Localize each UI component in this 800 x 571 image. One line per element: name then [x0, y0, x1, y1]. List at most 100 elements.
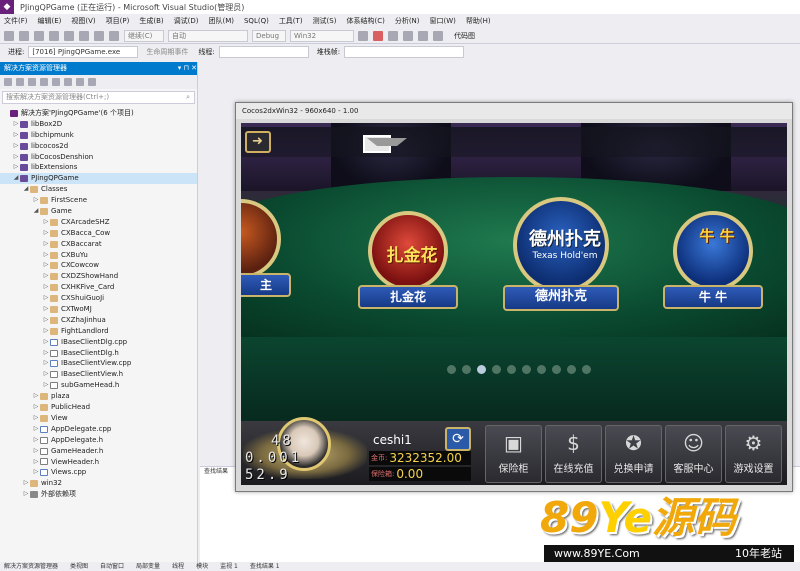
tree-item[interactable]: ▷ CXBacca_Cow	[0, 228, 197, 239]
game-tile-texas-holdem[interactable]: 德州扑克 Texas Hold'em 德州扑克	[503, 197, 619, 323]
tree-item[interactable]: ▷ CXZhaJinhua	[0, 315, 197, 326]
game-tile-partial[interactable]: 主	[241, 199, 291, 319]
game-tile-niuniu[interactable]: 牛 牛 牛 牛	[663, 211, 763, 331]
pin-icon[interactable]: ▾ ⊓ ✕	[178, 62, 197, 75]
expand-arrow-icon[interactable]: ◢	[12, 173, 20, 184]
undo-icon[interactable]	[94, 30, 104, 41]
tree-item[interactable]: ▷ CXCowcow	[0, 260, 197, 271]
game-tile-zhajinhua[interactable]: 扎金花 扎金花	[358, 211, 458, 331]
expand-arrow-icon[interactable]: ▷	[22, 478, 30, 489]
menu-item[interactable]: 文件(F)	[4, 16, 28, 26]
menu-item[interactable]: 测试(S)	[313, 16, 337, 26]
tree-item[interactable]: ◢ PJingQPGame	[0, 173, 197, 185]
back-icon[interactable]	[4, 30, 14, 41]
expand-arrow-icon[interactable]: ▷	[42, 380, 50, 391]
menu-item[interactable]: 项目(P)	[106, 16, 130, 26]
tree-item[interactable]: ▷ PublicHead	[0, 402, 197, 413]
sync-icon[interactable]	[40, 78, 48, 86]
tree-item[interactable]: ▷ subGameHead.h	[0, 380, 197, 391]
code-map-button[interactable]: 代码图	[454, 31, 475, 41]
expand-arrow-icon[interactable]: ▷	[32, 467, 40, 478]
tree-item[interactable]: ▷ plaza	[0, 391, 197, 402]
expand-arrow-icon[interactable]: ▷	[32, 446, 40, 457]
page-dot[interactable]	[477, 365, 486, 374]
stack-frame-select[interactable]	[344, 46, 465, 58]
expand-arrow-icon[interactable]: ▷	[12, 119, 20, 130]
tree-item[interactable]: ▷ IBaseClientDlg.h	[0, 348, 197, 359]
tree-item[interactable]: ▷ CXShuiGuoJi	[0, 293, 197, 304]
expand-arrow-icon[interactable]: ▷	[42, 239, 50, 250]
configuration-select[interactable]: Debug	[252, 29, 286, 42]
tree-item[interactable]: ▷ GameHeader.h	[0, 446, 197, 457]
expand-arrow-icon[interactable]: ▷	[42, 326, 50, 337]
save-icon[interactable]	[64, 30, 74, 41]
lobby-menu-button[interactable]: ▣ 保险柜	[485, 425, 542, 483]
expand-arrow-icon[interactable]: ▷	[32, 391, 40, 402]
expand-arrow-icon[interactable]: ▷	[12, 162, 20, 173]
cocos-game-window[interactable]: Cocos2dxWin32 - 960x640 - 1.00 主 扎金花 扎金花…	[235, 102, 793, 492]
bottom-tab[interactable]: 查找结果 1	[246, 562, 280, 571]
tree-item[interactable]: ▷ Views.cpp	[0, 467, 197, 478]
lobby-menu-button[interactable]: $ 在线充值	[545, 425, 602, 483]
collapse-all-icon[interactable]	[64, 78, 72, 86]
home-icon[interactable]	[28, 78, 36, 86]
tree-item[interactable]: ▷ IBaseClientDlg.cpp	[0, 337, 197, 348]
tree-item[interactable]: ▷ win32	[0, 478, 197, 489]
expand-arrow-icon[interactable]: ▷	[42, 282, 50, 293]
page-dot[interactable]	[462, 365, 471, 374]
expand-arrow-icon[interactable]: ▷	[42, 293, 50, 304]
tree-item[interactable]: ▷ FirstScene	[0, 195, 197, 206]
break-all-icon[interactable]	[358, 30, 368, 41]
step-into-icon[interactable]	[403, 30, 413, 41]
save-all-icon[interactable]	[79, 30, 89, 41]
forward-icon[interactable]	[16, 78, 24, 86]
tree-item[interactable]: ▷ IBaseClientView.cpp	[0, 358, 197, 369]
debug-mode-select[interactable]: 自动	[168, 29, 248, 42]
expand-arrow-icon[interactable]: ▷	[32, 195, 40, 206]
expand-arrow-icon[interactable]: ▷	[42, 228, 50, 239]
expand-arrow-icon[interactable]: ▷	[42, 315, 50, 326]
lobby-menu-button[interactable]: ☺ 客服中心	[665, 425, 722, 483]
expand-arrow-icon[interactable]: ▷	[32, 457, 40, 468]
expand-arrow-icon[interactable]: ▷	[42, 358, 50, 369]
expand-arrow-icon[interactable]: ▷	[42, 260, 50, 271]
expand-arrow-icon[interactable]: ▷	[42, 250, 50, 261]
page-dot[interactable]	[567, 365, 576, 374]
menu-item[interactable]: 生成(B)	[139, 16, 163, 26]
bottom-tab[interactable]: 监视 1	[216, 562, 238, 571]
tree-item[interactable]: ▷ libBox2D	[0, 119, 197, 130]
expand-arrow-icon[interactable]: ▷	[12, 130, 20, 141]
stop-debugging-icon[interactable]	[373, 30, 383, 41]
expand-arrow-icon[interactable]: ▷	[42, 369, 50, 380]
step-over-icon[interactable]	[418, 30, 428, 41]
expand-arrow-icon[interactable]: ◢	[22, 184, 30, 195]
tree-item[interactable]: ▷ AppDelegate.cpp	[0, 424, 197, 435]
tree-item[interactable]: ▷ CXHKFive_Card	[0, 282, 197, 293]
tree-item[interactable]: ▷ CXTwoMJ	[0, 304, 197, 315]
bottom-tab[interactable]: 类视图	[66, 562, 88, 571]
page-dot[interactable]	[447, 365, 456, 374]
expand-arrow-icon[interactable]: ▷	[32, 413, 40, 424]
thread-select[interactable]	[218, 46, 309, 58]
bottom-tab[interactable]: 模块	[192, 562, 208, 571]
menu-item[interactable]: 编辑(E)	[38, 16, 62, 26]
lifecycle-events-button[interactable]: 生命周期事件	[146, 47, 188, 57]
tree-item[interactable]: ▷ AppDelegate.h	[0, 435, 197, 446]
bottom-tab[interactable]: 自动窗口	[96, 562, 124, 571]
page-dot[interactable]	[507, 365, 516, 374]
tree-item[interactable]: ◢ Classes	[0, 184, 197, 195]
bottom-tab[interactable]: 局部变量	[132, 562, 160, 571]
menu-item[interactable]: 工具(T)	[279, 16, 303, 26]
exit-button[interactable]	[245, 131, 271, 153]
expand-arrow-icon[interactable]: ▷	[32, 402, 40, 413]
step-out-icon[interactable]	[433, 30, 443, 41]
expand-arrow-icon[interactable]: ▷	[42, 271, 50, 282]
expand-arrow-icon[interactable]: ▷	[12, 152, 20, 163]
page-dot[interactable]	[492, 365, 501, 374]
expand-arrow-icon[interactable]: ◢	[32, 206, 40, 217]
restart-icon[interactable]	[388, 30, 398, 41]
mail-icon[interactable]	[363, 135, 407, 153]
menu-item[interactable]: 视图(V)	[71, 16, 95, 26]
tree-item[interactable]: 解决方案'PJingQPGame'(6 个项目)	[0, 108, 197, 119]
redo-icon[interactable]	[109, 30, 119, 41]
